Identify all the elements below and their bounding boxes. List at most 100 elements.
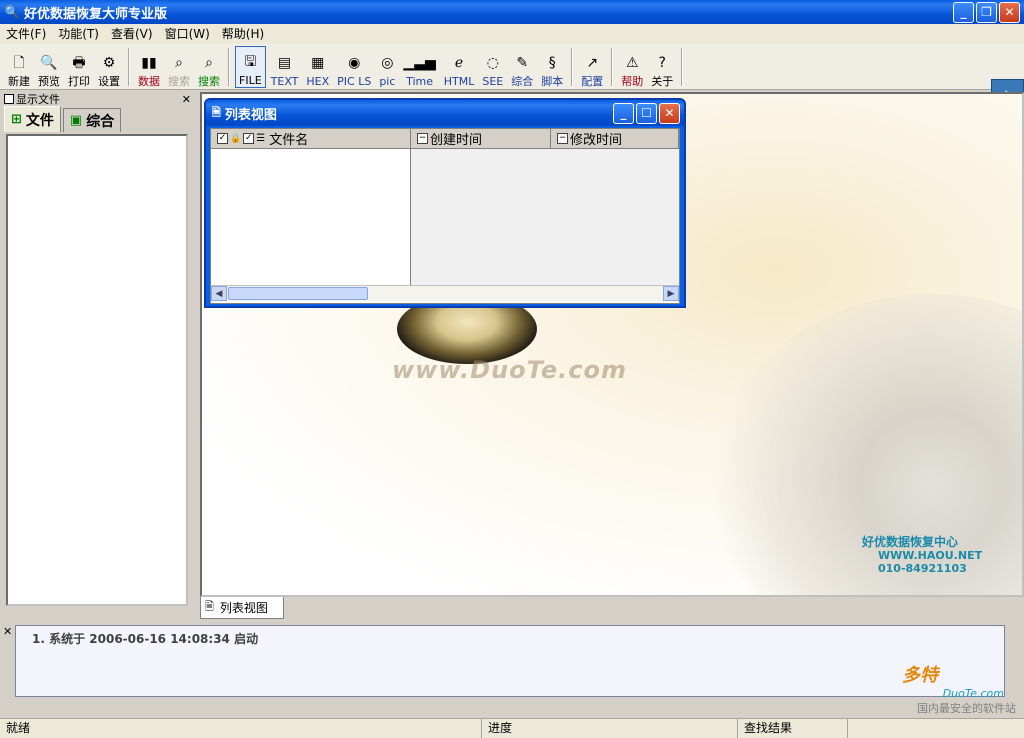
window-title: 好优数据恢复大师专业版 <box>24 6 168 22</box>
preview-button[interactable]: 🔍 预览 <box>35 46 63 88</box>
watermark-text: www.DuoTe.com <box>392 356 627 384</box>
doc-icon: 🗎 <box>205 600 214 613</box>
tab-files[interactable]: ⊞ 文件 <box>4 106 61 132</box>
search-icon: ⌕ <box>205 54 213 71</box>
toolbar-separator <box>128 47 130 86</box>
settings-button[interactable]: ⚙ 设置 <box>95 46 123 88</box>
list-view-window: 🗎 列表视图 _ ☐ ✕ ✓ 🔒 ✓ ☰ 文件名 − 创建时间 − 修改时间 ◀… <box>204 98 686 308</box>
file-panel-close-icon[interactable]: ✕ <box>182 93 191 106</box>
see-icon: ◌ <box>486 54 499 71</box>
column-headers: ✓ 🔒 ✓ ☰ 文件名 − 创建时间 − 修改时间 <box>211 129 679 149</box>
search-disabled-button[interactable]: ⌕ 搜索 <box>165 46 193 88</box>
menu-help[interactable]: 帮助(H) <box>216 24 270 44</box>
close-button[interactable]: ✕ <box>999 1 1020 23</box>
script-button[interactable]: § 脚本 <box>538 46 566 88</box>
toolbar: 🗋 新建 🔍 预览 🖶 打印 ⚙ 设置 ▮▮ 数据 ⌕ 搜索 ⌕ 搜索 🖫 FILE ▤ TEXT… <box>0 44 1024 90</box>
about-icon: ? <box>658 54 666 71</box>
log-pane: ✕ 1. 系统于 2006-06-16 14:08:34 启动 多特 DuoTe… <box>0 621 1024 717</box>
print-button[interactable]: 🖶 打印 <box>65 46 93 88</box>
html-icon: ℯ <box>454 54 464 71</box>
pic-ls-button[interactable]: ◉ PIC LS <box>334 46 374 88</box>
column-created-label: 创建时间 <box>430 133 483 148</box>
list-view-title-bar[interactable]: 🗎 列表视图 _ ☐ ✕ <box>206 100 684 126</box>
search-gray-icon: ⌕ <box>175 54 183 71</box>
help-icon: ⚠ <box>625 54 639 71</box>
select-all-checkbox[interactable]: ✓ <box>217 133 228 144</box>
menu-window[interactable]: 窗口(W) <box>159 24 216 44</box>
toolbar-separator <box>681 47 684 86</box>
menu-view[interactable]: 查看(V) <box>105 24 159 44</box>
list-view-title: 列表视图 <box>224 107 277 123</box>
tab-combined[interactable]: ▣ 综合 <box>62 108 122 132</box>
list-view-close-button[interactable]: ✕ <box>659 102 680 124</box>
combine-button[interactable]: ✎ 综合 <box>508 46 536 88</box>
script-icon: § <box>548 54 556 71</box>
file-view-button[interactable]: 🖫 FILE <box>235 45 266 88</box>
column-created[interactable]: − 创建时间 <box>411 129 551 148</box>
list-rows[interactable] <box>211 149 411 285</box>
file-panel-title: 显示文件 <box>16 93 60 106</box>
text-icon: ▤ <box>277 54 292 71</box>
toolbar-separator <box>228 47 230 86</box>
hex-view-button[interactable]: ▦ HEX <box>303 46 332 88</box>
status-bar: 就绪 进度 查找结果 <box>0 718 1024 738</box>
column-checkbox[interactable]: ✓ <box>243 133 255 144</box>
title-bar: 🔍 好优数据恢复大师专业版 _ ❐ ✕ <box>0 0 1024 24</box>
brand-url: WWW.HAOU.NET <box>878 549 983 562</box>
file-tree[interactable] <box>6 134 188 606</box>
column-filename[interactable]: ✓ 🔒 ✓ ☰ 文件名 <box>211 129 411 148</box>
status-extra <box>848 719 1024 738</box>
print-icon: 🖶 <box>72 54 86 71</box>
status-progress: 进度 <box>482 719 738 738</box>
list-view-maximize-button[interactable]: ☐ <box>636 102 657 124</box>
list-view-minimize-button[interactable]: _ <box>613 102 634 124</box>
pic-icon: ◎ <box>381 54 394 71</box>
column-modified[interactable]: − 修改时间 <box>551 129 679 148</box>
restore-button[interactable]: ❐ <box>976 1 997 23</box>
help-button[interactable]: ⚠ 帮助 <box>618 46 646 88</box>
file-panel-header: 显示文件 ✕ <box>0 92 197 106</box>
column-modified-label: 修改时间 <box>570 133 623 148</box>
data-button[interactable]: ▮▮ 数据 <box>135 46 163 88</box>
menu-file[interactable]: 文件(F) <box>0 24 52 44</box>
collapse-icon: − <box>557 133 568 144</box>
html-button[interactable]: ℯ HTML <box>441 46 478 88</box>
app-magnifier-icon: 🔍 <box>4 5 20 19</box>
config-icon: ↗ <box>586 54 599 71</box>
search-button[interactable]: ⌕ 搜索 <box>195 46 223 88</box>
combine-icon: ✎ <box>516 54 529 71</box>
status-results: 查找结果 <box>738 719 848 738</box>
text-view-button[interactable]: ▤ TEXT <box>268 46 302 88</box>
pic-button[interactable]: ◎ pic <box>376 46 398 88</box>
log-close-icon[interactable]: ✕ <box>3 625 12 638</box>
log-line: 1. 系统于 2006-06-16 14:08:34 启动 <box>32 632 259 646</box>
minimize-button[interactable]: _ <box>953 1 974 23</box>
preview-icon: 🔍 <box>40 54 58 71</box>
pic-ls-icon: ◉ <box>348 54 361 71</box>
scroll-thumb[interactable] <box>228 287 368 300</box>
config-button[interactable]: ↗ 配置 <box>578 46 606 88</box>
scroll-left-icon[interactable]: ◀ <box>211 286 227 301</box>
brand-phone: 010-84921103 <box>878 562 967 575</box>
menu-function[interactable]: 功能(T) <box>52 24 105 44</box>
duote-credit: 多特 DuoTe.com 国内最安全的软件站 <box>886 661 1016 716</box>
about-button[interactable]: ? 关于 <box>648 46 676 88</box>
file-icon: 🖫 <box>244 53 257 70</box>
toolbar-separator <box>611 47 614 86</box>
data-icon: ▮▮ <box>141 54 157 71</box>
scroll-right-icon[interactable]: ▶ <box>663 286 679 301</box>
doc-icon: 🗎 <box>212 105 221 119</box>
horizontal-scrollbar[interactable]: ◀ ▶ <box>211 285 679 301</box>
new-button[interactable]: 🗋 新建 <box>5 46 33 88</box>
status-ready: 就绪 <box>0 719 482 738</box>
duote-url: DuoTe.com <box>942 687 1004 700</box>
show-files-checkbox[interactable] <box>4 94 14 104</box>
list-detail-area[interactable] <box>411 149 679 285</box>
see-button[interactable]: ◌ SEE <box>479 46 506 88</box>
hex-icon: ▦ <box>311 54 325 71</box>
duote-slogan: 国内最安全的软件站 <box>917 702 1016 715</box>
time-button[interactable]: ▁▃▅ Time <box>400 46 438 88</box>
menu-bar: 文件(F) 功能(T) 查看(V) 窗口(W) 帮助(H) <box>0 24 1024 44</box>
tab-list-view[interactable]: 🗎 列表视图 <box>200 597 284 619</box>
log-output[interactable]: 1. 系统于 2006-06-16 14:08:34 启动 <box>15 625 1005 697</box>
